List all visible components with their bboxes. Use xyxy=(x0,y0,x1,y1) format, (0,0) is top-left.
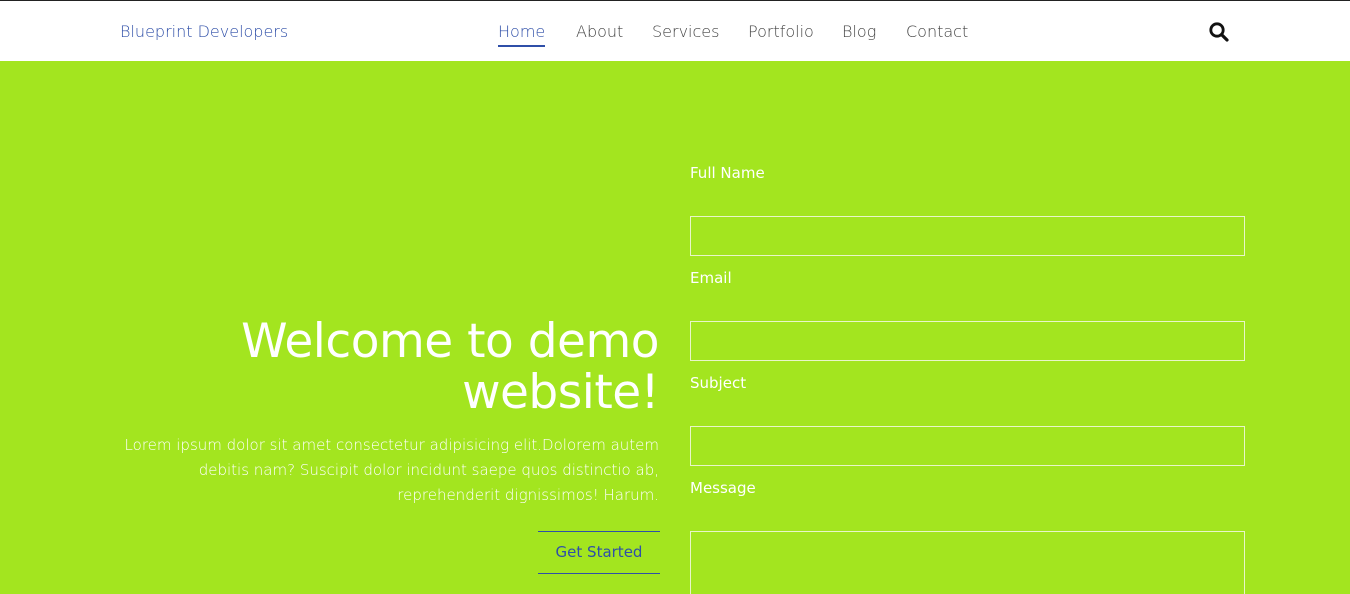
site-header: Blueprint Developers Home About Services… xyxy=(0,0,1350,61)
brand-link[interactable]: Blueprint Developers xyxy=(120,22,288,41)
hero-title: Welcome to demo website! xyxy=(99,316,659,418)
hero-title-line-1: Welcome to demo xyxy=(241,314,659,369)
get-started-button[interactable]: Get Started xyxy=(538,531,660,574)
subject-field[interactable] xyxy=(690,426,1245,466)
nav-item-services[interactable]: Services xyxy=(652,22,719,45)
nav-item-blog[interactable]: Blog xyxy=(842,22,876,45)
nav-item-portfolio[interactable]: Portfolio xyxy=(748,22,814,45)
nav-item-home[interactable]: Home xyxy=(498,22,546,47)
hero-section: Welcome to demo website! Lorem ipsum dol… xyxy=(0,61,1350,594)
subject-label: Subject xyxy=(690,374,747,392)
full-name-field[interactable] xyxy=(690,216,1245,256)
hero-description: Lorem ipsum dolor sit amet consectetur a… xyxy=(124,436,659,504)
nav-item-about[interactable]: About xyxy=(576,22,623,45)
full-name-label: Full Name xyxy=(690,164,765,182)
search-button[interactable] xyxy=(1208,21,1230,43)
email-field[interactable] xyxy=(690,321,1245,361)
message-field[interactable] xyxy=(690,531,1245,594)
nav-item-contact[interactable]: Contact xyxy=(906,22,968,45)
message-label: Message xyxy=(690,479,756,497)
hero-title-line-2: website! xyxy=(462,365,659,420)
page: Blueprint Developers Home About Services… xyxy=(0,0,1350,594)
email-label: Email xyxy=(690,269,732,287)
search-icon xyxy=(1209,22,1229,42)
